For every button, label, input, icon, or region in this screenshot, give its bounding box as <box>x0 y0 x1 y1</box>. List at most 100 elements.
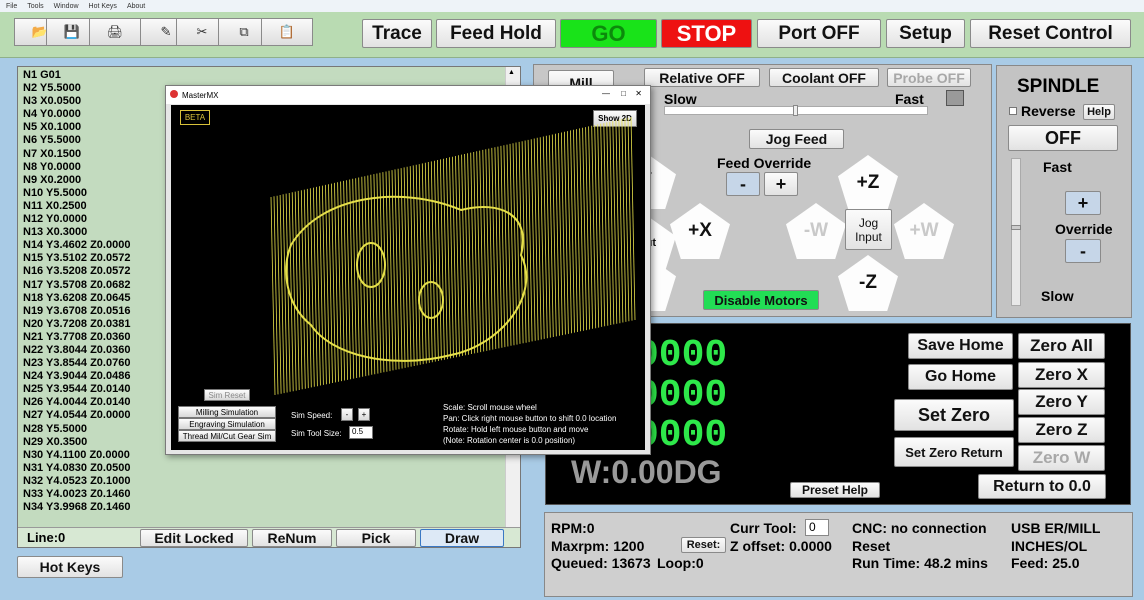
sim-info-note: (Note: Rotation center is 0.0 position) <box>443 436 576 445</box>
menu-tools[interactable]: Tools <box>27 3 43 10</box>
minimize-icon[interactable]: — <box>602 89 610 98</box>
renum-button[interactable]: ReNum <box>252 529 332 547</box>
sim-tool-size-input[interactable]: 0.5 <box>349 426 373 439</box>
gcode-line[interactable]: N31 Y4.0830 Z0.0500 <box>23 462 506 475</box>
port-button[interactable]: Port OFF <box>757 19 881 48</box>
set-zero-return-button[interactable]: Set Zero Return <box>894 437 1014 467</box>
hot-keys-button[interactable]: Hot Keys <box>17 556 123 578</box>
zero-w-button[interactable]: Zero W <box>1018 445 1105 471</box>
curr-tool-input[interactable]: 0 <box>805 519 829 536</box>
zero-x-button[interactable]: Zero X <box>1018 362 1105 388</box>
sim-speed-minus-button[interactable]: - <box>341 408 353 421</box>
spindle-slider-thumb[interactable] <box>1011 225 1021 230</box>
app-logo-icon <box>170 90 178 98</box>
milling-simulation-button[interactable]: Milling Simulation <box>178 406 276 418</box>
spindle-override-slider[interactable] <box>1011 158 1021 306</box>
maxrpm-readout: Maxrpm: 1200 <box>551 538 645 554</box>
jog-z-plus-button[interactable]: +Z <box>838 155 898 211</box>
return-to-zero-button[interactable]: Return to 0.0 <box>978 474 1106 499</box>
feed-override-plus-button[interactable]: + <box>764 172 798 196</box>
sim-title-bar[interactable]: MasterMX — □ ✕ <box>166 86 650 104</box>
zero-z-button[interactable]: Zero Z <box>1018 417 1105 443</box>
spindle-override-label: Override <box>1055 221 1113 237</box>
feed-override-minus-button[interactable]: - <box>726 172 760 196</box>
zero-y-button[interactable]: Zero Y <box>1018 389 1105 415</box>
setup-button[interactable]: Setup <box>886 19 965 48</box>
stop-button[interactable]: STOP <box>661 19 752 48</box>
jog-x-plus-button[interactable]: +X <box>670 203 730 259</box>
print-button[interactable]: 🖨 <box>89 18 141 46</box>
gcode-line[interactable]: N34 Y3.9968 Z0.1460 <box>23 501 506 514</box>
pick-button[interactable]: Pick <box>336 529 416 547</box>
spindle-fast-label: Fast <box>1043 159 1072 175</box>
spindle-title: SPINDLE <box>1017 76 1100 97</box>
copy-icon: ⧉ <box>239 24 249 39</box>
spindle-slow-label: Slow <box>1041 288 1074 304</box>
cut-scissors-icon: ✂ <box>196 24 208 39</box>
sim-speed-plus-button[interactable]: + <box>358 408 370 421</box>
jog-speed-slider-thumb[interactable] <box>793 105 798 116</box>
scroll-up-icon[interactable]: ▲ <box>508 69 518 77</box>
sim-tool-size-label: Sim Tool Size: <box>291 429 342 438</box>
sim-canvas[interactable]: BETA Show 2D Sim Reset Milling Simulatio… <box>171 105 645 450</box>
menu-file[interactable]: File <box>6 3 17 10</box>
gcode-line[interactable]: N1 G01 <box>23 69 506 82</box>
set-zero-button[interactable]: Set Zero <box>894 399 1014 431</box>
maximize-icon[interactable]: □ <box>621 89 626 98</box>
probe-button[interactable]: Probe OFF <box>887 68 971 87</box>
units-status: INCHES/OL <box>1011 538 1088 554</box>
edit-pencil-icon: ✎ <box>160 24 172 39</box>
print-icon: 🖨 <box>106 24 124 39</box>
paste-button[interactable]: 📋 <box>261 18 313 46</box>
rpm-readout: RPM:0 <box>551 520 595 536</box>
status-panel: RPM:0 Maxrpm: 1200 Queued: 13673 Loop:0 … <box>544 512 1133 597</box>
spindle-off-button[interactable]: OFF <box>1008 125 1118 151</box>
jog-z-minus-button[interactable]: -Z <box>838 255 898 311</box>
gcode-line[interactable]: N32 Y4.0523 Z0.1000 <box>23 475 506 488</box>
disable-motors-button[interactable]: Disable Motors <box>703 290 819 310</box>
jog-w-plus-button[interactable]: +W <box>894 203 954 259</box>
save-home-button[interactable]: Save Home <box>908 333 1013 359</box>
relief-eye <box>356 242 386 288</box>
spindle-minus-button[interactable]: - <box>1065 239 1101 263</box>
reverse-checkbox[interactable] <box>1009 107 1017 115</box>
loop-readout: Loop:0 <box>657 555 704 571</box>
preset-help-button[interactable]: Preset Help <box>790 482 880 498</box>
jog-fast-label: Fast <box>895 91 924 107</box>
jog-input-button[interactable]: Jog Input <box>845 209 892 250</box>
feed-readout: Feed: 25.0 <box>1011 555 1080 571</box>
spindle-help-button[interactable]: Help <box>1083 104 1115 120</box>
dro-w-readout: W:0.00DG <box>571 454 722 490</box>
trace-button[interactable]: Trace <box>362 19 432 48</box>
sim-reset-button[interactable]: Sim Reset <box>204 389 250 401</box>
engraving-simulation-button[interactable]: Engraving Simulation <box>178 418 276 430</box>
save-disk-icon: 💾 <box>63 24 81 39</box>
zero-all-button[interactable]: Zero All <box>1018 333 1105 359</box>
edit-locked-button[interactable]: Edit Locked <box>140 529 248 547</box>
go-button[interactable]: GO <box>560 19 657 48</box>
jog-w-minus-button[interactable]: -W <box>786 203 846 259</box>
thread-mill-sim-button[interactable]: Thread Mil/Cut Gear Sim <box>178 430 276 442</box>
simulation-window: MasterMX — □ ✕ BETA Show 2D Sim Reset Mi… <box>165 85 651 455</box>
go-home-button[interactable]: Go Home <box>908 364 1013 390</box>
gcode-bottom-bar: Line:0 Edit Locked ReNum Pick Draw <box>18 527 520 547</box>
menu-hot-keys[interactable]: Hot Keys <box>89 3 117 10</box>
spindle-panel: SPINDLE Reverse Help OFF Fast + Override… <box>996 65 1132 318</box>
menu-window[interactable]: Window <box>54 3 79 10</box>
feed-override-label: Feed Override <box>717 155 812 171</box>
feed-hold-button[interactable]: Feed Hold <box>436 19 556 48</box>
menu-about[interactable]: About <box>127 3 145 10</box>
z-offset-reset-button[interactable]: Reset: <box>681 537 726 553</box>
jog-feed-button[interactable]: Jog Feed <box>749 129 844 149</box>
spindle-plus-button[interactable]: + <box>1065 191 1101 215</box>
cnc-connection-status: CNC: no connection <box>852 520 987 536</box>
draw-button[interactable]: Draw <box>420 529 504 547</box>
jog-speed-slider[interactable] <box>664 105 928 116</box>
menu-bar: File Tools Window Hot Keys About <box>0 0 1144 12</box>
relative-button[interactable]: Relative OFF <box>644 68 760 87</box>
gcode-line[interactable]: N33 Y4.0023 Z0.1460 <box>23 488 506 501</box>
reset-control-button[interactable]: Reset Control <box>970 19 1131 48</box>
close-icon[interactable]: ✕ <box>635 89 642 98</box>
coolant-button[interactable]: Coolant OFF <box>769 68 879 87</box>
cnc-reset-status: Reset <box>852 538 891 554</box>
